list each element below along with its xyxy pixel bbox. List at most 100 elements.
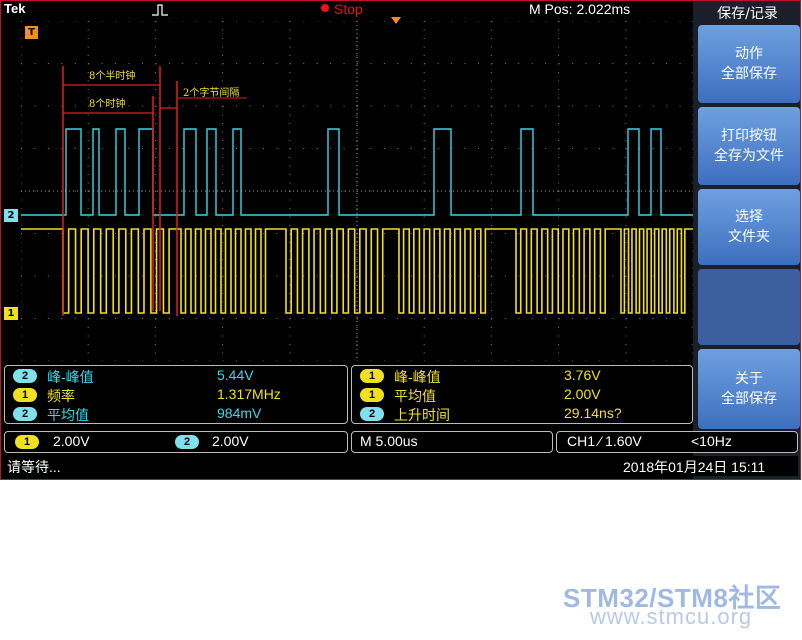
grid-dot bbox=[423, 157, 425, 158]
grid-dot bbox=[490, 352, 492, 354]
grid-dot bbox=[289, 301, 291, 303]
grid-dot bbox=[410, 190, 412, 192]
grid-dot bbox=[356, 327, 358, 328]
grid-dot bbox=[276, 360, 278, 361]
grid-dot bbox=[437, 148, 439, 149]
grid-dot bbox=[209, 360, 211, 361]
grid-dot bbox=[531, 360, 533, 361]
grid-dot bbox=[652, 318, 654, 319]
grid-dot bbox=[236, 21, 238, 22]
measurement-row: 2 峰-峰值 5.44V bbox=[5, 367, 347, 386]
grid-dot bbox=[87, 131, 89, 133]
bottom-status-bar: 请等待... 2018年01月24日 15:11 bbox=[3, 456, 798, 476]
grid-dot bbox=[558, 55, 560, 56]
side-menu-title: 保存/记录 bbox=[717, 6, 778, 22]
grid-dot bbox=[155, 318, 157, 319]
grid-dot bbox=[47, 105, 49, 107]
grid-dot bbox=[330, 105, 332, 107]
grid-dot bbox=[303, 318, 305, 319]
grid-dot bbox=[34, 21, 36, 22]
channel-badge: 1 bbox=[13, 388, 37, 402]
empty-menu-button[interactable] bbox=[698, 269, 800, 345]
grid-dot bbox=[558, 80, 560, 82]
grid-dot bbox=[222, 360, 224, 361]
grid-dot bbox=[101, 63, 103, 64]
grid-dot bbox=[276, 233, 278, 234]
grid-dot bbox=[182, 148, 184, 149]
grid-dot bbox=[168, 148, 170, 149]
grid-dot bbox=[491, 148, 493, 149]
grid-dot bbox=[87, 38, 89, 39]
grid-dot bbox=[558, 105, 560, 107]
grid-dot bbox=[222, 21, 224, 22]
about-save-all-button[interactable]: 关于 全部保存 bbox=[698, 349, 800, 429]
grid-dot bbox=[423, 327, 425, 328]
grid-dot bbox=[34, 105, 36, 107]
grid-dot bbox=[222, 148, 224, 149]
grid-dot bbox=[370, 105, 372, 107]
grid-dot bbox=[666, 148, 668, 149]
grid-dot bbox=[625, 250, 627, 252]
grid-dot bbox=[558, 360, 560, 361]
grid-dot bbox=[423, 89, 425, 90]
select-folder-button[interactable]: 选择 文件夹 bbox=[698, 189, 800, 265]
grid-dot bbox=[625, 284, 627, 286]
print-save-file-button[interactable]: 打印按钮 全存为文件 bbox=[698, 107, 800, 185]
grid-dot bbox=[437, 233, 439, 234]
grid-dot bbox=[410, 275, 412, 277]
grid-dot bbox=[289, 344, 291, 345]
grid-dot bbox=[209, 63, 211, 64]
grid-dot bbox=[356, 131, 358, 133]
grid-dot bbox=[155, 105, 157, 107]
grid-dot bbox=[558, 165, 560, 167]
grid-dot bbox=[625, 208, 627, 209]
grid-dot bbox=[357, 318, 358, 319]
grid-dot bbox=[222, 190, 224, 192]
grid-dot bbox=[357, 63, 358, 64]
grid-dot bbox=[423, 97, 425, 99]
grid-dot bbox=[209, 105, 211, 107]
grid-dot bbox=[383, 148, 385, 149]
grid-dot bbox=[598, 21, 600, 22]
grid-dot bbox=[154, 80, 156, 82]
grid-dot bbox=[47, 63, 49, 64]
status-message: 请等待... bbox=[7, 459, 61, 475]
grid-dot bbox=[477, 105, 479, 107]
grid-dot bbox=[490, 208, 492, 209]
grid-dot bbox=[612, 318, 614, 319]
datetime: 2018年01月24日 15:11 bbox=[623, 459, 766, 475]
grid-dot bbox=[558, 89, 560, 90]
grid-dot bbox=[249, 318, 251, 319]
trigger-frequency: <10Hz bbox=[691, 433, 732, 449]
grid-dot bbox=[558, 97, 560, 99]
action-save-all-button[interactable]: 动作 全部保存 bbox=[698, 25, 800, 103]
channel-scale-panel[interactable]: 1 2.00V 2 2.00V bbox=[4, 431, 348, 453]
grid-dot bbox=[625, 21, 627, 22]
channel-badge: 2 bbox=[13, 407, 37, 421]
grid-dot bbox=[289, 97, 291, 99]
trigger-panel[interactable]: CH1 ⁄ 1.60V <10Hz bbox=[556, 431, 798, 453]
measurement-value: 3.76V bbox=[564, 367, 601, 383]
timebase-panel[interactable]: M 5.00us bbox=[351, 431, 553, 453]
grid-dot bbox=[585, 318, 587, 319]
grid-dot bbox=[115, 275, 117, 277]
grid-dot bbox=[141, 148, 143, 149]
grid-dot bbox=[343, 105, 345, 107]
grid-dot bbox=[88, 21, 90, 22]
grid-dot bbox=[303, 148, 305, 149]
grid-dot bbox=[423, 225, 425, 226]
grid-dot bbox=[222, 250, 224, 252]
grid-dot bbox=[154, 216, 156, 218]
grid-dot bbox=[289, 140, 291, 141]
grid-dot bbox=[154, 344, 156, 345]
grid-dot bbox=[21, 174, 22, 175]
grid-dot bbox=[249, 360, 251, 361]
grid-dot bbox=[490, 310, 492, 311]
grid-dot bbox=[625, 63, 627, 64]
grid-dot bbox=[154, 97, 156, 99]
grid-dot bbox=[558, 318, 560, 319]
grid-dot bbox=[612, 21, 614, 22]
grid-dot bbox=[423, 38, 425, 39]
grid-dot bbox=[21, 97, 22, 99]
grid-dot bbox=[666, 360, 668, 361]
